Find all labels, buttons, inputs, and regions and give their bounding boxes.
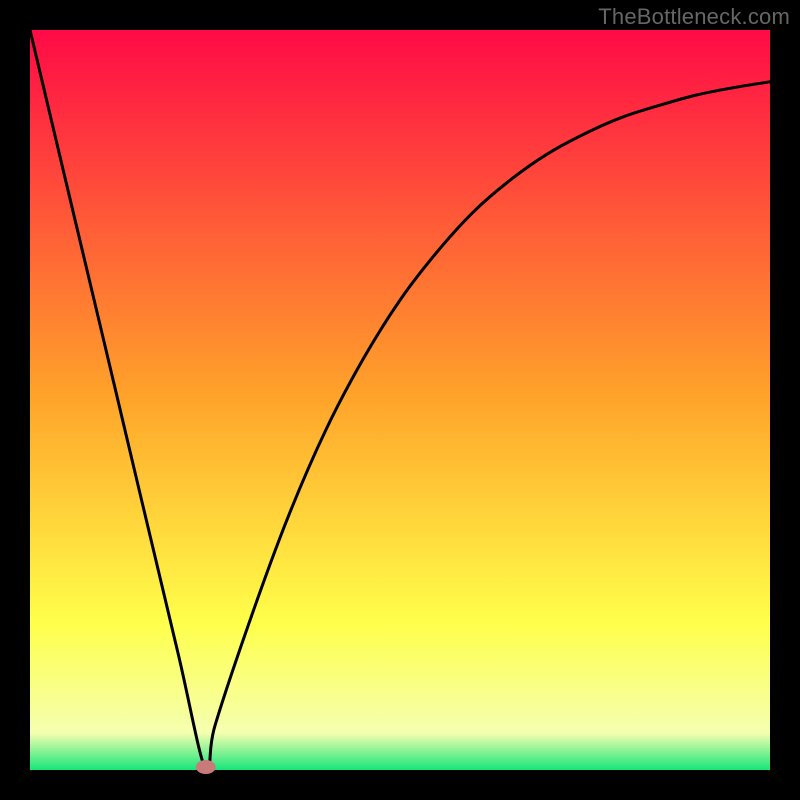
plot-area	[30, 30, 770, 770]
minimum-marker	[196, 760, 216, 774]
watermark-text: TheBottleneck.com	[598, 4, 790, 30]
chart-svg	[0, 0, 800, 800]
chart-frame: TheBottleneck.com	[0, 0, 800, 800]
